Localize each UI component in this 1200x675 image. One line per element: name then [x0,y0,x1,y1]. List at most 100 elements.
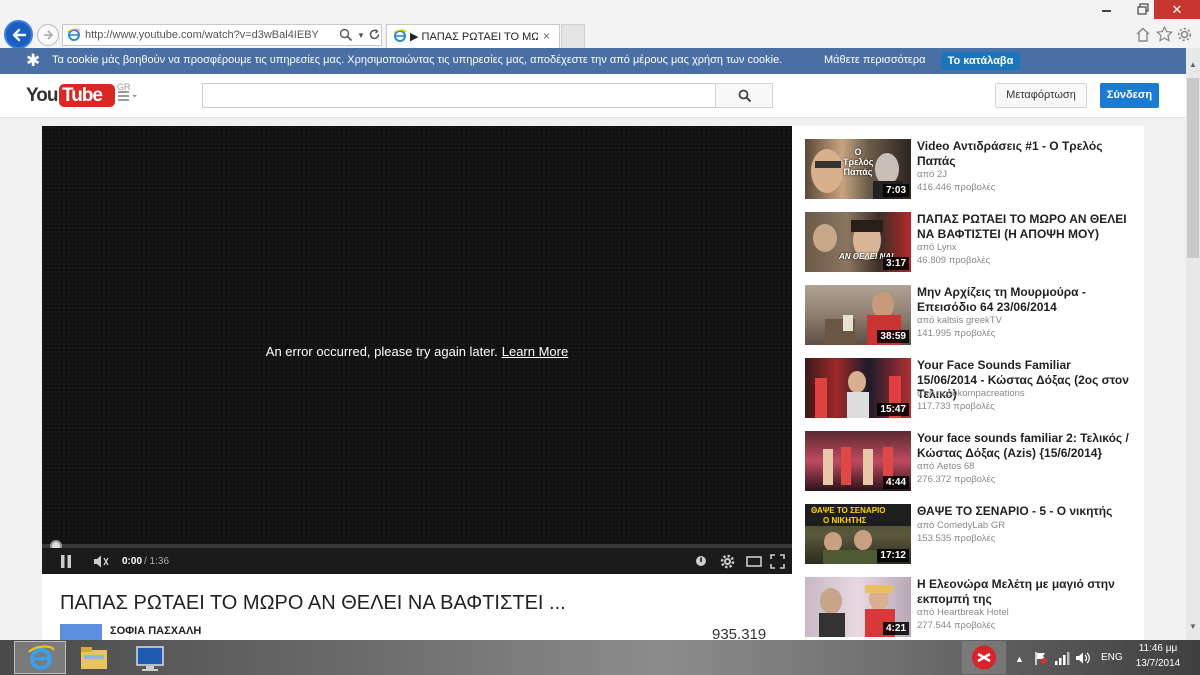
channel-avatar[interactable] [60,624,102,640]
related-video-channel: από nosokompacreations [917,388,1025,399]
address-bar[interactable]: http://www.youtube.com/watch?v=d3wBal4IE… [62,24,382,46]
video-thumbnail[interactable]: Ο Τρελός Παπάς 7:03 [805,139,911,199]
language-indicator[interactable]: ENG [1101,652,1123,663]
scrollbar-thumb[interactable] [1187,78,1199,258]
related-video-views: 153.535 προβολές [917,533,996,544]
search-input[interactable] [202,83,716,108]
cookie-notice-text: Τα cookie μάς βοηθούν να προσφέρουμε τις… [52,54,783,66]
player-controls: 0:00 / 1:36 [42,548,792,574]
video-info-panel: ΠΑΠΑΣ ΡΩΤΑΕΙ ΤΟ ΜΩΡΟ ΑΝ ΘΕΛΕΙ ΝΑ ΒΑΦΤΙΣΤ… [42,574,792,643]
minimize-button[interactable] [1092,2,1120,16]
related-video-item[interactable]: ΘΑΨΕ ΤΟ ΣΕΝΑΡΙΟ Ο ΝΙΚΗΤΗΣ 17:12 ΘΑΨΕ ΤΟ … [805,504,1135,570]
current-time: 0:00 [122,556,143,567]
volume-icon[interactable] [94,555,110,568]
action-center-flag-icon[interactable] [1034,651,1048,665]
video-player[interactable]: An error occurred, please try again late… [42,126,792,574]
related-video-views: 276.372 προβολές [917,474,996,485]
video-thumbnail[interactable]: 38:59 [805,285,911,345]
volume-tray-icon[interactable] [1075,651,1091,665]
video-thumbnail[interactable]: 4:21 [805,577,911,637]
upload-button[interactable]: Μεταφόρτωση [995,83,1087,108]
thumbnail-caption: Ο Τρελός Παπάς [843,147,874,177]
ie-page-icon [393,29,407,42]
video-thumbnail[interactable]: 4:44 [805,431,911,491]
close-window-button[interactable]: ✕ [1154,0,1200,19]
tab-close-icon[interactable]: × [543,29,550,43]
related-video-channel: από ComedyLab GR [917,520,1006,531]
related-video-title[interactable]: Your face sounds familiar 2: Τελικός / Κ… [917,431,1131,460]
tray-expand-icon[interactable]: ▲ [1015,654,1024,664]
new-tab-button[interactable] [561,24,585,48]
error-learn-more-link[interactable]: Learn More [502,344,568,359]
related-video-item[interactable]: 15:47 Your Face Sounds Familiar 15/06/20… [805,358,1135,424]
tab-title: ▶ ΠΑΠΑΣ ΡΩΤΑΕΙ ΤΟ ΜΩΡΟ... [410,31,538,43]
browser-toolbar: http://www.youtube.com/watch?v=d3wBal4IE… [0,0,1200,49]
related-video-channel: από Aetos 68 [917,461,975,472]
related-video-item[interactable]: 4:44 Your face sounds familiar 2: Τελικό… [805,431,1135,497]
clock-time[interactable]: 11:46 μμ [1128,643,1188,654]
home-icon[interactable] [1135,27,1151,42]
video-thumbnail[interactable]: ΑΝ ΘΕΛΕΙ ΝΑ! 3:17 [805,212,911,272]
signin-button[interactable]: Σύνδεση [1100,83,1159,108]
tools-gear-icon[interactable] [1177,27,1192,42]
cookie-accept-button[interactable]: Το κατάλαβα [941,52,1020,70]
video-thumbnail[interactable]: ΘΑΨΕ ΤΟ ΣΕΝΑΡΙΟ Ο ΝΙΚΗΤΗΣ 17:12 [805,504,911,564]
url-text[interactable]: http://www.youtube.com/watch?v=d3wBal4IE… [85,29,319,41]
ie-page-icon [67,28,81,41]
cookie-notice-bar: ✱ Τα cookie μάς βοηθούν να προσφέρουμε τ… [0,48,1186,74]
player-error-message: An error occurred, please try again late… [42,344,792,359]
video-thumbnail[interactable]: 15:47 [805,358,911,418]
error-text: An error occurred, please try again late… [265,344,498,359]
total-time: / 1:36 [144,556,170,567]
related-video-title[interactable]: ΘΑΨΕ ΤΟ ΣΕΝΑΡΙΟ - 5 - Ο νικητής [917,504,1131,519]
theater-mode-icon[interactable] [746,556,762,567]
cookie-asterisk-icon: ✱ [26,51,41,70]
related-video-channel: από 2J [917,169,948,180]
refresh-icon[interactable] [368,28,381,41]
annotations-icon[interactable] [695,555,707,567]
pause-icon[interactable] [60,555,72,568]
related-video-item[interactable]: Ο Τρελός Παπάς 7:03 Video Αντιδράσεις #1… [805,139,1135,205]
video-duration: 4:21 [882,622,909,635]
video-duration: 15:47 [877,403,909,416]
related-video-title[interactable]: ΠΑΠΑΣ ΡΩΤΑΕΙ ΤΟ ΜΩΡΟ ΑΝ ΘΕΛΕΙ ΝΑ ΒΑΦΤΙΣΤ… [917,212,1131,241]
video-title: ΠΑΠΑΣ ΡΩΤΑΕΙ ΤΟ ΜΩΡΟ ΑΝ ΘΕΛΕΙ ΝΑ ΒΑΦΤΙΣΤ… [60,592,566,614]
video-duration: 4:44 [882,476,909,489]
dropdown-arrow-icon[interactable]: ▼ [357,31,365,40]
taskbar-app-button[interactable] [962,641,1006,674]
related-video-item[interactable]: ΑΝ ΘΕΛΕΙ ΝΑ! 3:17 ΠΑΠΑΣ ΡΩΤΑΕΙ ΤΟ ΜΩΡΟ Α… [805,212,1135,278]
red-app-icon [972,645,996,670]
related-video-item[interactable]: 4:21 Η Ελεονώρα Μελέτη με μαγιό στην εκπ… [805,577,1135,640]
channel-name-link[interactable]: ΣΟΦΙΑ ΠΑΣΧΑΛΗ [110,625,201,637]
settings-gear-icon[interactable] [720,554,735,569]
favorites-star-icon[interactable] [1156,26,1173,42]
related-video-item[interactable]: 38:59 Μην Αρχίζεις τη Μουρμούρα - Επεισό… [805,285,1135,351]
taskbar-ie-button[interactable] [14,641,66,674]
forward-button[interactable] [37,24,59,46]
monitor-icon [136,646,164,671]
search-button[interactable] [715,83,773,108]
taskbar-lenovo-button[interactable] [134,643,166,673]
browser-tab[interactable]: ▶ ΠΑΠΑΣ ΡΩΤΑΕΙ ΤΟ ΜΩΡΟ... × [386,24,560,48]
fullscreen-icon[interactable] [770,554,785,569]
guide-menu-icon[interactable] [118,91,138,101]
related-video-title[interactable]: Video Αντιδράσεις #1 - Ο Τρελός Παπάς [917,139,1131,168]
related-video-channel: από kaltsis greekTV [917,315,1002,326]
related-video-title[interactable]: Η Ελεονώρα Μελέτη με μαγιό στην εκπομπή … [917,577,1131,606]
scroll-up-arrow-icon[interactable]: ▲ [1186,60,1200,74]
video-duration: 7:03 [882,184,909,197]
back-button[interactable] [4,20,33,49]
logo-tube-text: Tube [59,84,115,107]
video-duration: 38:59 [877,330,909,343]
network-signal-icon[interactable] [1054,651,1070,665]
cookie-learn-more-link[interactable]: Μάθετε περισσότερα [824,54,925,66]
taskbar-file-explorer-button[interactable] [78,643,110,673]
scroll-down-arrow-icon[interactable]: ▼ [1186,622,1200,636]
related-video-views: 117.733 προβολές [917,401,995,412]
related-video-channel: από Lynx [917,242,957,253]
clock-date[interactable]: 13/7/2014 [1128,658,1188,669]
search-icon[interactable] [339,28,353,42]
restore-button[interactable] [1136,2,1150,16]
related-video-title[interactable]: Μην Αρχίζεις τη Μουρμούρα - Επεισόδιο 64… [917,285,1131,314]
thumbnail-caption: ΘΑΨΕ ΤΟ ΣΕΝΑΡΙΟ [811,506,886,515]
